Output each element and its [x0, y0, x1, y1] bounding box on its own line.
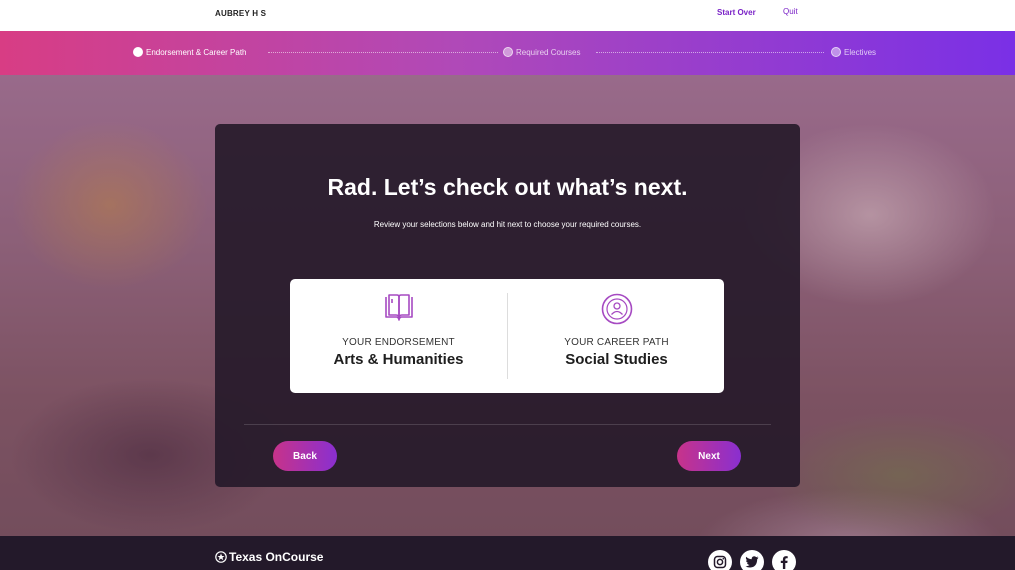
twitter-icon[interactable] [740, 550, 764, 570]
selection-summary-panel: YOUR ENDORSEMENT Arts & Humanities YOUR … [290, 279, 724, 393]
step-label: Electives [844, 47, 877, 57]
step-endorsement-career-path[interactable]: Endorsement & Career Path [133, 47, 247, 57]
seal-icon [215, 551, 227, 563]
next-button[interactable]: Next [677, 441, 741, 471]
step-dot [133, 47, 143, 57]
career-path-summary: YOUR CAREER PATH Social Studies [508, 279, 725, 393]
step-label: Required Courses [516, 47, 581, 57]
brand-name: Texas OnCourse [229, 550, 324, 564]
quit-link[interactable]: Quit [783, 7, 798, 16]
facebook-icon[interactable] [772, 550, 796, 570]
step-electives[interactable]: Electives [831, 47, 876, 57]
person-icon [601, 293, 633, 330]
top-bar: AUBREY H S Start Over Quit [0, 0, 1015, 31]
career-path-value: Social Studies [565, 351, 668, 368]
footer: Texas OnCourse [0, 536, 1015, 570]
progress-stepper: Endorsement & Career Path Required Cours… [0, 31, 1015, 75]
back-button[interactable]: Back [273, 441, 337, 471]
card-headline: Rad. Let’s check out what’s next. [327, 174, 688, 200]
card-subtext: Review your selections below and hit nex… [373, 220, 642, 229]
step-dot [831, 47, 841, 57]
step-label: Endorsement & Career Path [146, 47, 247, 57]
card-divider [244, 424, 771, 425]
user-name: AUBREY H S [215, 9, 267, 18]
career-path-label: YOUR CAREER PATH [564, 337, 669, 348]
start-over-link[interactable]: Start Over [717, 8, 756, 17]
step-connector [596, 52, 824, 53]
step-connector [268, 52, 498, 53]
step-dot [503, 47, 513, 57]
book-icon [383, 293, 415, 328]
endorsement-label: YOUR ENDORSEMENT [342, 337, 455, 348]
endorsement-value: Arts & Humanities [333, 351, 464, 368]
step-required-courses[interactable]: Required Courses [503, 47, 580, 57]
instagram-icon[interactable] [708, 550, 732, 570]
endorsement-summary: YOUR ENDORSEMENT Arts & Humanities [290, 279, 507, 393]
selection-summary-card: Rad. Let’s check out what’s next. Review… [215, 124, 800, 487]
texas-oncourse-logo[interactable]: Texas OnCourse [215, 550, 323, 564]
